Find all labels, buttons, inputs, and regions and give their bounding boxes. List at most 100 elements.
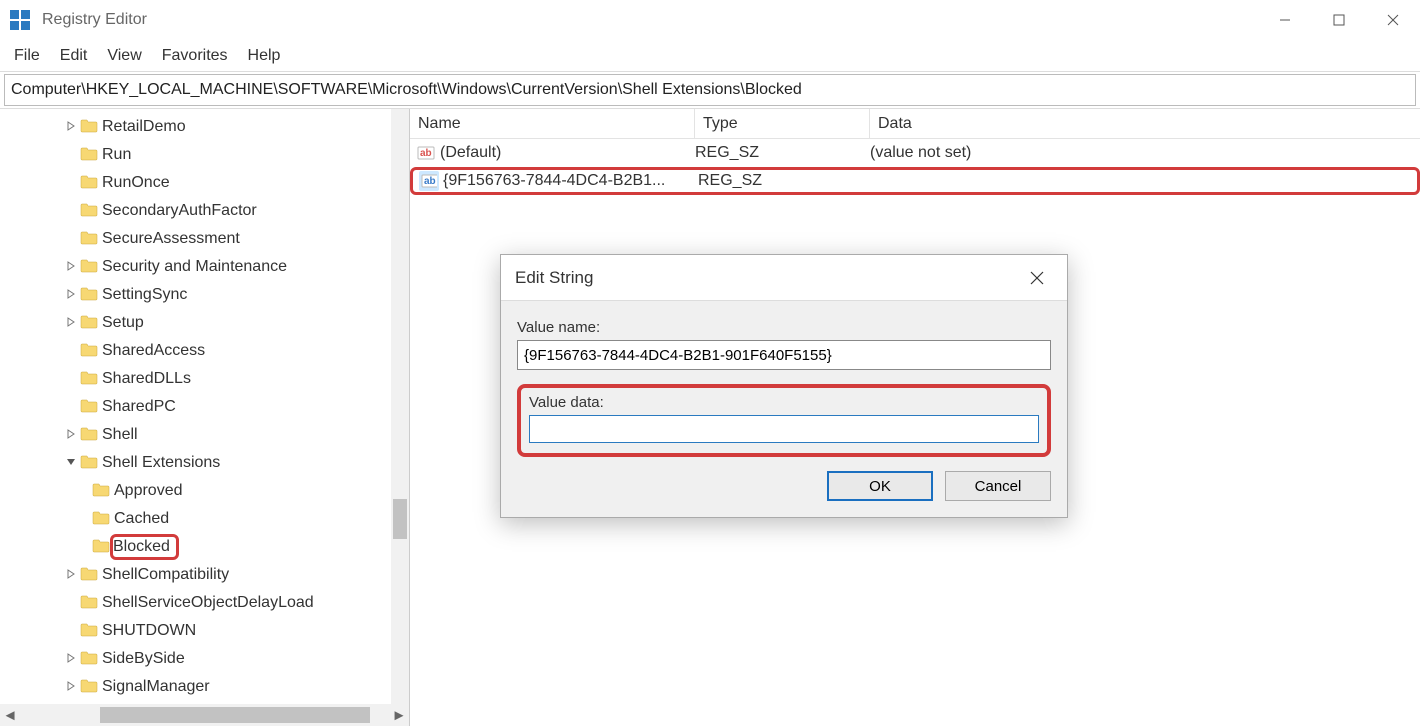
tree-item-label: RetailDemo: [102, 118, 186, 136]
tree-scrollbar-horizontal[interactable]: ◄ ►: [0, 704, 409, 726]
close-button[interactable]: [1366, 0, 1420, 40]
string-value-icon: ab: [416, 143, 436, 163]
value-data-label: Value data:: [529, 394, 1039, 411]
tree-item[interactable]: SecureAssessment: [0, 225, 409, 253]
folder-icon: [80, 651, 98, 667]
column-header-type[interactable]: Type: [695, 109, 870, 138]
dialog-close-button[interactable]: [1021, 262, 1053, 294]
tree-caret-icon[interactable]: [62, 568, 80, 582]
value-name-input[interactable]: [517, 340, 1051, 370]
tree-item-label: SHUTDOWN: [102, 622, 196, 640]
value-name: (Default): [440, 144, 695, 162]
minimize-button[interactable]: [1258, 0, 1312, 40]
tree-caret-icon[interactable]: [62, 260, 80, 274]
cancel-button[interactable]: Cancel: [945, 471, 1051, 501]
folder-icon: [80, 203, 98, 219]
tree-item[interactable]: SharedPC: [0, 393, 409, 421]
tree-item-label: SideBySide: [102, 650, 185, 668]
dialog-titlebar: Edit String: [501, 255, 1067, 301]
app-icon: [8, 8, 32, 32]
menu-view[interactable]: View: [97, 43, 151, 69]
tree-item[interactable]: ShellServiceObjectDelayLoad: [0, 589, 409, 617]
address-bar[interactable]: Computer\HKEY_LOCAL_MACHINE\SOFTWARE\Mic…: [4, 74, 1416, 106]
tree-item-label: SharedDLLs: [102, 370, 191, 388]
tree-item[interactable]: SharedDLLs: [0, 365, 409, 393]
tree-item-label: SignalManager: [102, 678, 210, 696]
tree-item-label: Setup: [102, 314, 144, 332]
folder-icon: [80, 175, 98, 191]
menu-help[interactable]: Help: [238, 43, 291, 69]
column-header-name[interactable]: Name: [410, 109, 695, 138]
tree-item[interactable]: Shell Extensions: [0, 449, 409, 477]
folder-icon: [80, 623, 98, 639]
tree-item[interactable]: SHUTDOWN: [0, 617, 409, 645]
folder-icon: [80, 259, 98, 275]
address-text: Computer\HKEY_LOCAL_MACHINE\SOFTWARE\Mic…: [11, 81, 802, 99]
folder-icon: [80, 315, 98, 331]
tree-item[interactable]: SettingSync: [0, 281, 409, 309]
value-data-input[interactable]: [529, 415, 1039, 443]
tree-scrollbar-vertical[interactable]: [391, 109, 409, 704]
tree-item[interactable]: SharedAccess: [0, 337, 409, 365]
tree-item[interactable]: ShellCompatibility: [0, 561, 409, 589]
tree-item[interactable]: RunOnce: [0, 169, 409, 197]
tree-item[interactable]: SecondaryAuthFactor: [0, 197, 409, 225]
tree-item-label: Run: [102, 146, 131, 164]
value-data: (value not set): [870, 144, 1420, 162]
edit-string-dialog: Edit String Value name: Value data: OK C…: [500, 254, 1068, 518]
scroll-right-icon[interactable]: ►: [389, 707, 409, 724]
menu-favorites[interactable]: Favorites: [152, 43, 238, 69]
tree-caret-icon[interactable]: [62, 316, 80, 330]
folder-icon: [80, 147, 98, 163]
value-row[interactable]: ab{9F156763-7844-4DC4-B2B1...REG_SZ: [410, 167, 1420, 195]
tree-item-label: RunOnce: [102, 174, 170, 192]
dialog-title: Edit String: [515, 268, 593, 288]
titlebar: Registry Editor: [0, 0, 1420, 40]
column-header-data[interactable]: Data: [870, 109, 1420, 138]
tree-item[interactable]: Approved: [0, 477, 409, 505]
values-header: Name Type Data: [410, 109, 1420, 139]
tree-caret-icon[interactable]: [62, 680, 80, 694]
folder-icon: [80, 595, 98, 611]
value-data-highlight: Value data:: [517, 384, 1051, 457]
svg-text:ab: ab: [420, 148, 432, 159]
folder-icon: [80, 343, 98, 359]
window-title: Registry Editor: [42, 11, 147, 29]
tree-item-label: ShellCompatibility: [102, 566, 229, 584]
folder-icon: [80, 399, 98, 415]
tree-caret-icon[interactable]: [62, 288, 80, 302]
tree-item-label: SettingSync: [102, 286, 187, 304]
tree-item-label: Shell: [102, 426, 138, 444]
tree-item[interactable]: RetailDemo: [0, 113, 409, 141]
folder-icon: [80, 231, 98, 247]
tree-item[interactable]: Shell: [0, 421, 409, 449]
tree-item[interactable]: Setup: [0, 309, 409, 337]
tree-caret-icon[interactable]: [62, 652, 80, 666]
tree-caret-icon[interactable]: [62, 456, 80, 470]
maximize-button[interactable]: [1312, 0, 1366, 40]
tree-item-label: SecondaryAuthFactor: [102, 202, 257, 220]
tree-item-label: SharedAccess: [102, 342, 205, 360]
scrollbar-thumb[interactable]: [393, 499, 407, 539]
ok-button[interactable]: OK: [827, 471, 933, 501]
tree-item[interactable]: Blocked: [0, 533, 409, 561]
tree-caret-icon[interactable]: [62, 428, 80, 442]
tree-item[interactable]: SideBySide: [0, 645, 409, 673]
tree-item[interactable]: Cached: [0, 505, 409, 533]
value-type: REG_SZ: [698, 172, 873, 190]
folder-icon: [80, 567, 98, 583]
value-type: REG_SZ: [695, 144, 870, 162]
menu-edit[interactable]: Edit: [50, 43, 98, 69]
tree-item-label: Approved: [114, 482, 183, 500]
value-row[interactable]: ab (Default)REG_SZ(value not set): [410, 139, 1420, 167]
tree-item-label: SecureAssessment: [102, 230, 240, 248]
menu-file[interactable]: File: [4, 43, 50, 69]
tree-item[interactable]: Security and Maintenance: [0, 253, 409, 281]
scrollbar-thumb[interactable]: [100, 707, 370, 723]
tree-item[interactable]: Run: [0, 141, 409, 169]
folder-icon: [92, 511, 110, 527]
folder-icon: [80, 427, 98, 443]
scroll-left-icon[interactable]: ◄: [0, 707, 20, 724]
tree-caret-icon[interactable]: [62, 120, 80, 134]
tree-item[interactable]: SignalManager: [0, 673, 409, 701]
